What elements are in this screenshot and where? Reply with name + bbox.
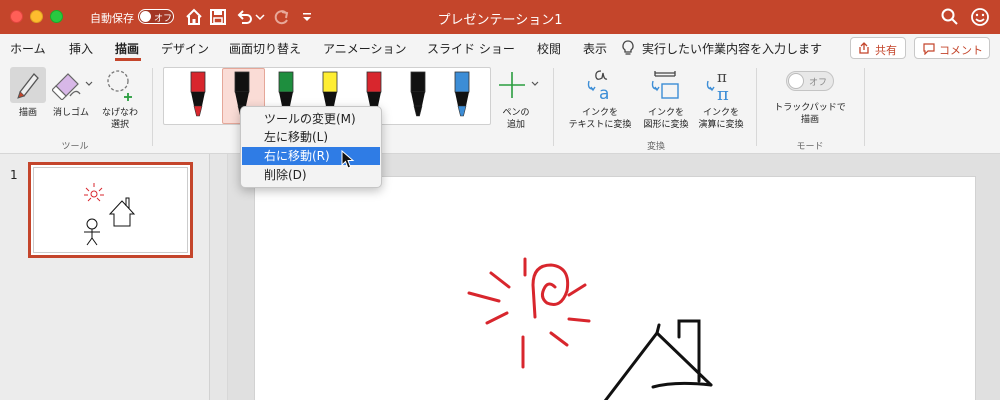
pen-galaxy-icon[interactable]: [454, 71, 470, 117]
lasso-label-line2: 選択: [110, 120, 129, 130]
tab-slideshow[interactable]: スライド ショー: [427, 40, 515, 57]
share-button[interactable]: 共有: [850, 37, 906, 59]
share-label: 共有: [875, 44, 897, 57]
convert-group-label: 変換: [646, 142, 665, 152]
lasso-label-line1: なげなわ: [101, 108, 138, 118]
title-bar: 自動保存 オフ プレゼンテーション1: [0, 0, 1000, 34]
pen-red-icon[interactable]: [190, 71, 206, 117]
trackpad-toggle-text: オフ: [809, 78, 828, 88]
ribbon-draw: 描画 消しゴム なげなわ 選択 ツール ペンの 追加 a インクを テキストに変…: [0, 62, 1000, 154]
share-icon: [859, 42, 869, 54]
eraser-button[interactable]: [50, 67, 96, 103]
thumbnail-scrollbar[interactable]: [210, 154, 228, 400]
menu-item-change-tool[interactable]: ツールの変更(M): [242, 110, 380, 128]
comment-icon: [923, 43, 935, 55]
document-title: プレゼンテーション1: [437, 13, 563, 28]
thumbnail-drawing: [84, 183, 136, 246]
draw-label: 描画: [18, 108, 37, 118]
lasso-select-button[interactable]: [102, 67, 138, 103]
search-icon[interactable]: [940, 7, 960, 27]
toggle-knob: [788, 73, 804, 89]
slide-thumbnail-canvas: [33, 167, 188, 253]
comment-button[interactable]: コメント: [914, 37, 990, 59]
ink-to-shape-button[interactable]: [647, 67, 683, 103]
slide-thumbnail-pane: 1: [0, 154, 210, 400]
ink-to-math-button[interactable]: π π: [702, 67, 738, 105]
slide-editor-area: [228, 154, 1000, 400]
tab-design[interactable]: デザイン: [161, 40, 209, 57]
ink-to-math-label-line2: 演算に変換: [698, 120, 744, 130]
svg-text:π: π: [717, 84, 729, 103]
eraser-label: 消しゴム: [52, 108, 89, 118]
trackpad-label-line2: 描画: [800, 115, 819, 125]
tab-transitions[interactable]: 画面切り替え: [229, 40, 301, 57]
ink-to-math-icon: π π: [706, 68, 729, 105]
menu-item-move-right[interactable]: 右に移動(R): [242, 147, 380, 165]
active-tab-indicator: [115, 58, 141, 61]
draw-with-trackpad-toggle[interactable]: オフ: [786, 71, 834, 91]
tab-animations[interactable]: アニメーション: [323, 40, 407, 57]
add-pen-button[interactable]: [498, 70, 544, 100]
add-pen-label-line1: ペンの: [502, 108, 530, 118]
svg-text:a: a: [599, 84, 609, 103]
mouse-cursor-icon: [341, 150, 355, 169]
lightbulb-icon: [622, 40, 634, 55]
lasso-icon: [107, 70, 132, 101]
eraser-icon: [52, 73, 93, 100]
draw-pen-icon: [17, 73, 39, 99]
tab-insert[interactable]: 挿入: [69, 40, 93, 57]
tab-home[interactable]: ホーム: [10, 40, 46, 57]
draw-tool-button[interactable]: [10, 67, 46, 103]
tab-review[interactable]: 校閲: [537, 40, 561, 57]
ribbon-separator: [553, 68, 554, 146]
comment-label: コメント: [939, 44, 983, 57]
ink-to-text-button[interactable]: a: [583, 67, 619, 104]
slide-number: 1: [10, 168, 18, 182]
ribbon-separator: [152, 68, 153, 146]
ribbon-separator: [756, 68, 757, 146]
pencil-black-icon[interactable]: [410, 71, 426, 117]
feedback-smiley-icon[interactable]: [970, 7, 990, 27]
tell-me-box[interactable]: 実行したい作業内容を入力します: [642, 40, 822, 57]
slide-ink-drawing: [467, 257, 713, 400]
add-pen-label-line2: 追加: [506, 120, 525, 130]
trackpad-label-line1: トラックパッドで: [774, 103, 846, 113]
pen-context-menu: ツールの変更(M) 左に移動(L) 右に移動(R) 削除(D): [240, 106, 382, 188]
slide-canvas[interactable]: [254, 176, 976, 400]
tab-view[interactable]: 表示: [583, 40, 607, 57]
menu-item-move-left[interactable]: 左に移動(L): [242, 128, 380, 146]
tab-draw[interactable]: 描画: [115, 40, 139, 57]
ribbon-tabs: ホーム 挿入 描画 デザイン 画面切り替え アニメーション スライド ショー 校…: [0, 34, 1000, 62]
menu-item-delete[interactable]: 削除(D): [242, 166, 380, 184]
tools-group-label: ツール: [61, 142, 89, 152]
ink-to-text-icon: a: [587, 70, 609, 104]
ink-to-math-label-line1: インクを: [702, 108, 739, 118]
ink-to-shape-icon: [651, 71, 679, 99]
ribbon-separator: [864, 68, 865, 146]
add-pen-plus-icon: [499, 72, 539, 98]
mode-group-label: モード: [796, 142, 824, 152]
slide-thumbnail-1[interactable]: [28, 162, 193, 258]
